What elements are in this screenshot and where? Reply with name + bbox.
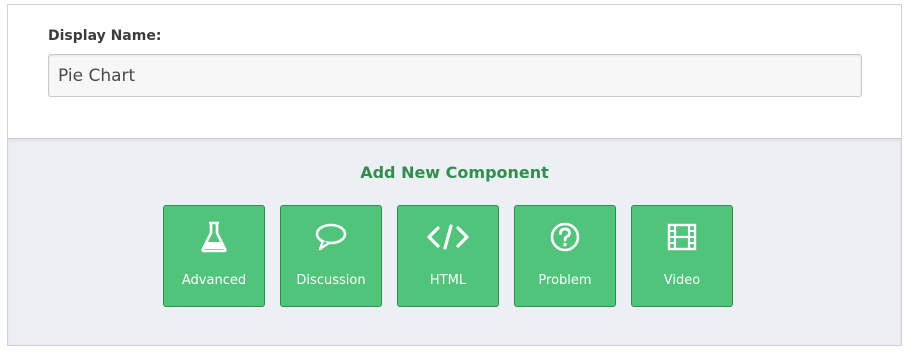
component-editor: Display Name: Add New Component Advanced: [7, 4, 902, 346]
add-component-title: Add New Component: [360, 163, 549, 182]
code-icon: [398, 220, 498, 254]
display-name-input[interactable]: [48, 54, 862, 97]
add-component-section: Add New Component Advanced Discussion HT…: [8, 139, 901, 345]
speech-bubble-icon: [281, 220, 381, 254]
problem-button[interactable]: Problem: [514, 205, 616, 307]
video-button-label: Video: [663, 273, 701, 288]
component-button-row: Advanced Discussion HTML Problem Video: [163, 205, 733, 307]
discussion-button[interactable]: Discussion: [280, 205, 382, 307]
problem-button-label: Problem: [538, 273, 592, 288]
discussion-button-label: Discussion: [296, 273, 366, 288]
flask-icon: [164, 220, 264, 254]
video-button[interactable]: Video: [631, 205, 733, 307]
settings-section: Display Name:: [8, 5, 901, 139]
html-button[interactable]: HTML: [397, 205, 499, 307]
display-name-label: Display Name:: [48, 28, 162, 44]
advanced-button-label: Advanced: [181, 273, 247, 288]
html-button-label: HTML: [429, 273, 467, 288]
question-circle-icon: [515, 220, 615, 254]
film-icon: [632, 220, 732, 254]
advanced-button[interactable]: Advanced: [163, 205, 265, 307]
